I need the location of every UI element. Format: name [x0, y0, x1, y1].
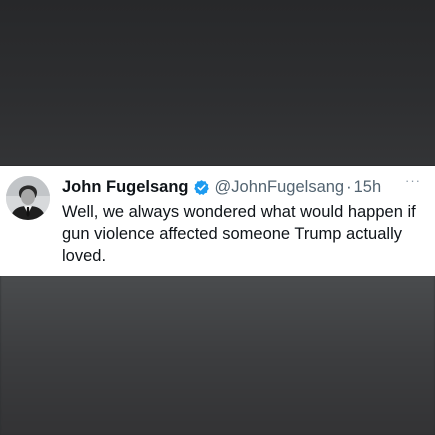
tweet-card: John Fugelsang @JohnFugelsang · 15h ··· … [0, 166, 435, 276]
tweet-header: John Fugelsang @JohnFugelsang · 15h [62, 176, 425, 198]
background-top [0, 0, 435, 165]
avatar-photo [6, 176, 50, 220]
avatar[interactable] [6, 176, 50, 220]
author-handle[interactable]: @JohnFugelsang [215, 178, 345, 197]
more-options-icon[interactable]: ··· [405, 174, 421, 187]
separator-dot: · [346, 177, 352, 196]
background-bottom [0, 275, 435, 435]
timestamp[interactable]: 15h [354, 178, 382, 197]
author-name[interactable]: John Fugelsang [62, 178, 189, 197]
tweet-text: Well, we always wondered what would happ… [62, 203, 416, 265]
verified-badge-icon [193, 179, 209, 195]
